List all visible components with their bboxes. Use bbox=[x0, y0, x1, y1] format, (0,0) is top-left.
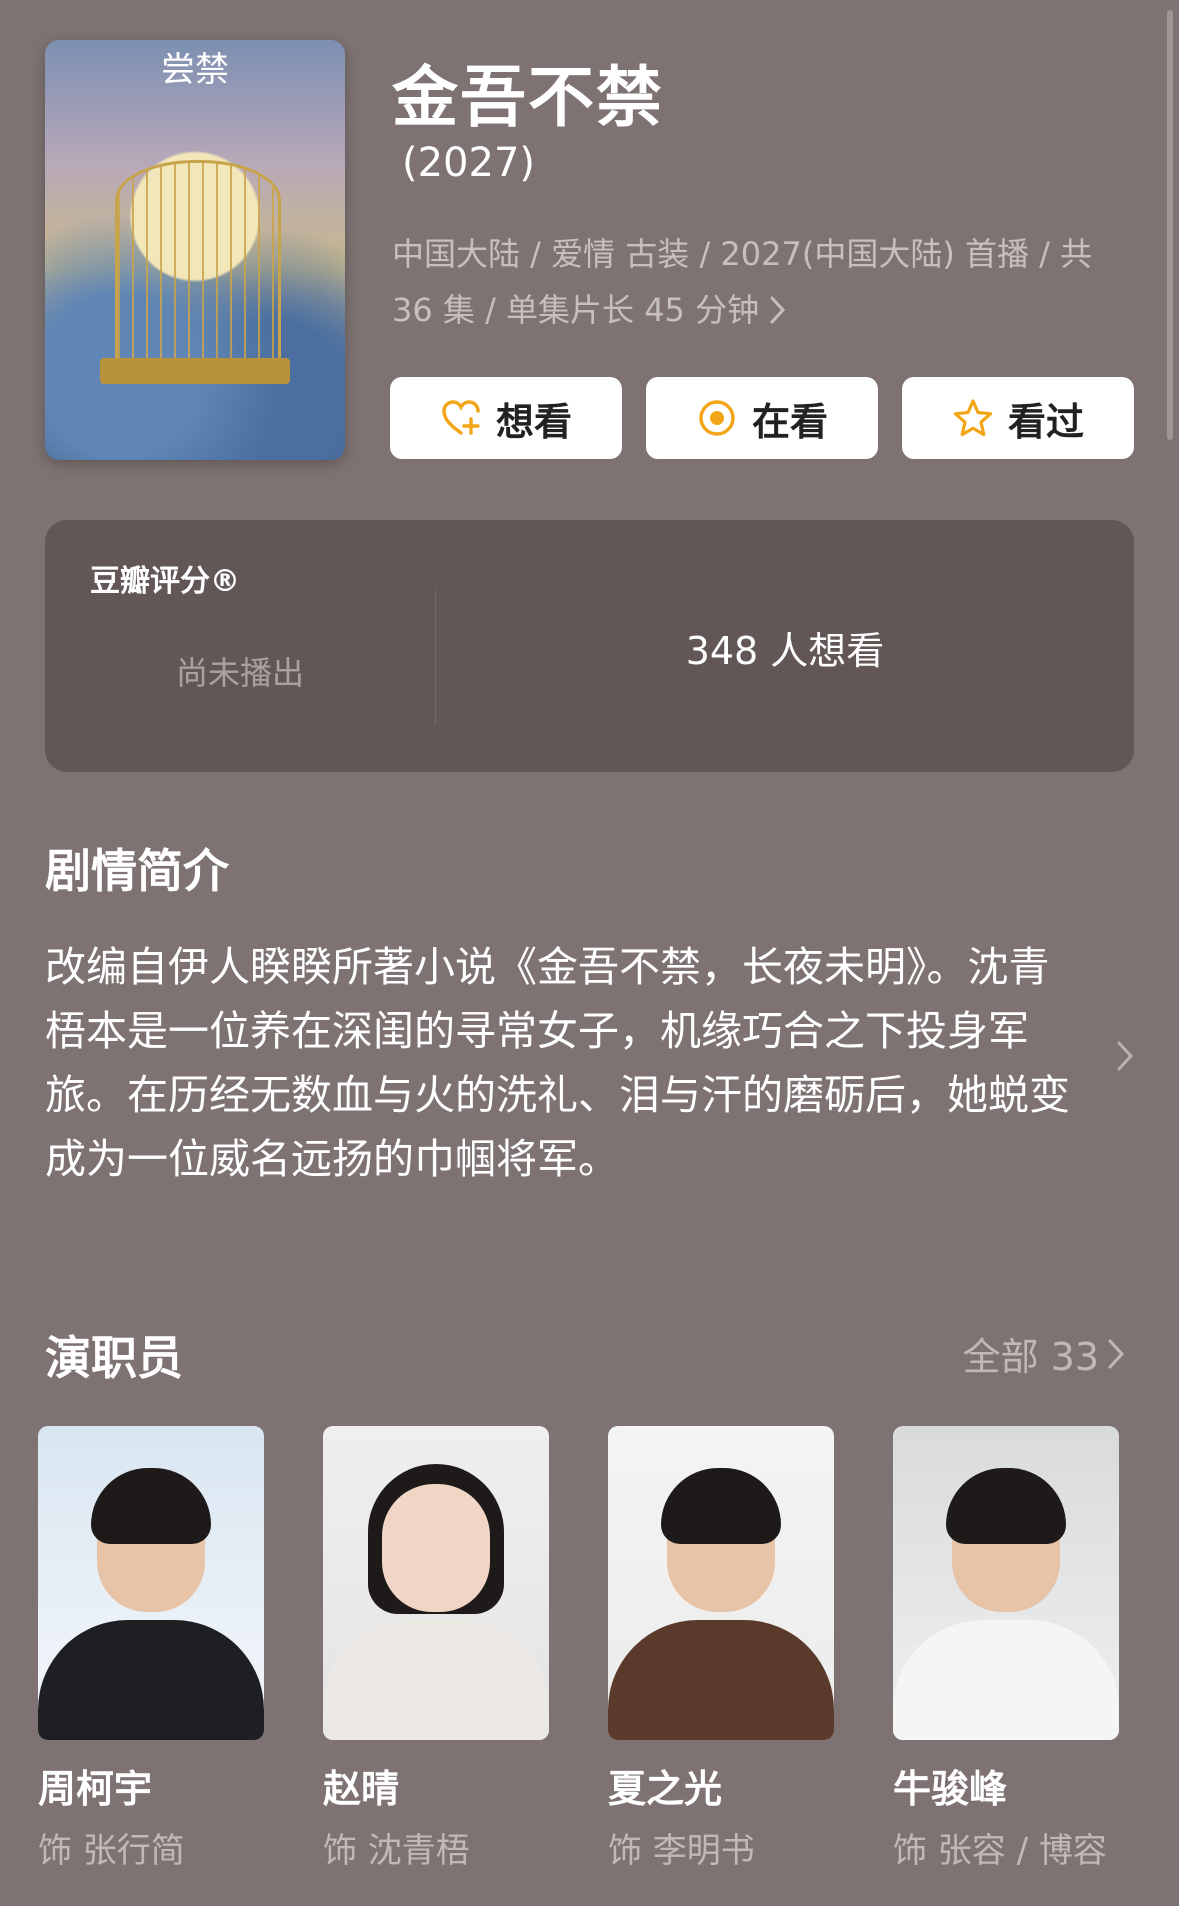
cast-all-label: 全部 33 bbox=[962, 1335, 1099, 1379]
cast-role: 饰 沈青梧 bbox=[323, 1831, 470, 1871]
cast-photo bbox=[893, 1426, 1119, 1740]
cast-role: 饰 张容 / 博容 bbox=[893, 1831, 1107, 1871]
meta-line-2-text: 36 集 / 单集片长 45 分钟 bbox=[392, 291, 760, 329]
cast-name: 牛骏峰 bbox=[893, 1767, 1008, 1811]
synopsis-expand-icon[interactable] bbox=[1116, 1040, 1134, 1072]
scrollbar[interactable] bbox=[1167, 10, 1173, 440]
chevron-right-icon bbox=[770, 296, 786, 324]
synopsis-title: 剧情简介 bbox=[45, 844, 229, 898]
release-year: (2027) bbox=[402, 140, 536, 186]
cast-all-link[interactable]: 全部 33 bbox=[963, 1326, 1125, 1381]
cast-role: 饰 张行简 bbox=[38, 1831, 185, 1871]
heart-plus-icon bbox=[442, 400, 480, 435]
cast-name: 夏之光 bbox=[608, 1767, 723, 1811]
want-to-watch-button[interactable]: 想看 bbox=[390, 377, 622, 459]
poster-base-art bbox=[100, 358, 290, 384]
chevron-right-icon bbox=[1108, 1339, 1125, 1368]
meta-line-2: 36 集 / 单集片长 45 分钟 bbox=[392, 282, 1132, 338]
page-title: 金吾不禁 bbox=[392, 59, 664, 136]
rating-card[interactable]: 豆瓣评分® 尚未播出 348 人想看 bbox=[45, 520, 1134, 772]
cast-title: 演职员 bbox=[45, 1331, 183, 1385]
wish-count: 348 人想看 bbox=[685, 629, 885, 673]
star-icon bbox=[953, 399, 993, 437]
poster-cage-art bbox=[115, 160, 281, 366]
want-to-watch-label: 想看 bbox=[495, 399, 572, 444]
cast-card[interactable]: 周柯宇 饰 张行简 bbox=[38, 1426, 264, 1872]
cast-card[interactable]: 赵晴 饰 沈青梧 bbox=[323, 1426, 549, 1872]
cast-photo bbox=[608, 1426, 834, 1740]
cast-name: 赵晴 bbox=[323, 1767, 400, 1811]
synopsis-text[interactable]: 改编自伊人睽睽所著小说《金吾不禁，长夜未明》。沈青梧本是一位养在深闺的寻常女子，… bbox=[45, 935, 1075, 1191]
rating-status: 尚未播出 bbox=[175, 654, 304, 692]
cast-role: 饰 李明书 bbox=[608, 1831, 755, 1871]
watched-label: 看过 bbox=[1007, 399, 1084, 444]
meta-line-1: 中国大陆 / 爱情 古装 / 2027(中国大陆) 首播 / 共 bbox=[392, 235, 1093, 273]
cast-photo bbox=[38, 1426, 264, 1740]
poster-logo: 尝禁 bbox=[161, 50, 229, 90]
cast-name: 周柯宇 bbox=[38, 1767, 153, 1811]
watched-button[interactable]: 看过 bbox=[902, 377, 1134, 459]
watching-button[interactable]: 在看 bbox=[646, 377, 878, 459]
cast-photo bbox=[323, 1426, 549, 1740]
cast-card[interactable]: 夏之光 饰 李明书 bbox=[608, 1426, 834, 1872]
meta-info[interactable]: 中国大陆 / 爱情 古装 / 2027(中国大陆) 首播 / 共 36 集 / … bbox=[392, 226, 1132, 338]
watching-label: 在看 bbox=[751, 399, 828, 444]
cast-card[interactable]: 牛骏峰 饰 张容 / 博容 bbox=[893, 1426, 1119, 1872]
poster-image[interactable]: 尝禁 bbox=[45, 40, 345, 460]
target-icon bbox=[699, 400, 735, 436]
rating-title: 豆瓣评分® bbox=[90, 564, 240, 599]
